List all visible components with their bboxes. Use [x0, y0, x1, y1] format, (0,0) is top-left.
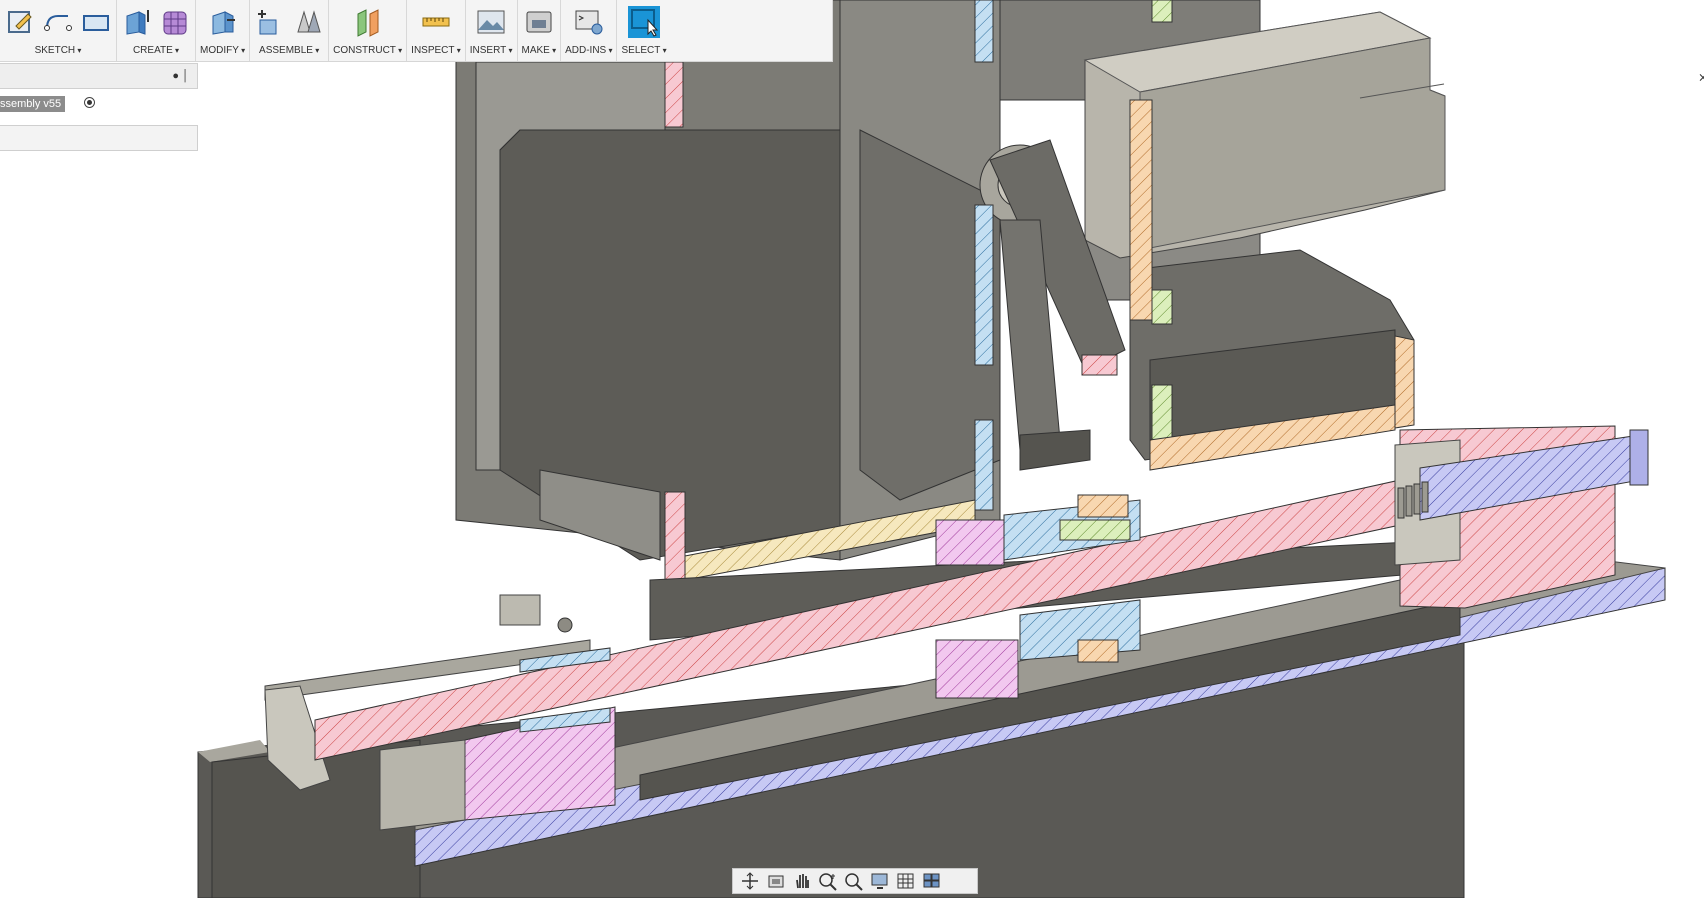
inspect-group: INSPECT [407, 0, 466, 61]
modify-group: MODIFY [196, 0, 251, 61]
select-menu[interactable]: SELECT [621, 44, 666, 58]
model-viewport[interactable] [0, 0, 1704, 898]
look-at-icon[interactable] [765, 871, 787, 891]
modify-menu[interactable]: MODIFY [200, 44, 245, 58]
create-sketch-icon[interactable] [4, 6, 36, 38]
scripts-addins-icon[interactable] [573, 6, 605, 38]
browser-header: ● │ [0, 63, 198, 89]
assemble-menu[interactable]: ASSEMBLE [259, 44, 319, 58]
construct-group: CONSTRUCT [329, 0, 408, 61]
zoom-window-icon[interactable] [843, 871, 865, 891]
extrude-icon[interactable] [121, 6, 153, 38]
grid-icon[interactable] [895, 871, 917, 891]
sketch-menu[interactable]: SKETCH [35, 44, 82, 58]
panel-close-icon[interactable]: ⨯ [1698, 70, 1704, 84]
select-group: SELECT [617, 0, 670, 61]
orbit-icon[interactable] [739, 871, 761, 891]
pan-icon[interactable] [791, 871, 813, 891]
inspect-menu[interactable]: INSPECT [411, 44, 461, 58]
collapse-icon[interactable]: ● │ [172, 70, 189, 82]
form-icon[interactable] [159, 6, 191, 38]
create-menu[interactable]: CREATE [133, 44, 179, 58]
make-group: MAKE [518, 0, 562, 61]
line-icon[interactable] [42, 6, 74, 38]
select-icon[interactable] [628, 6, 661, 38]
3d-print-icon[interactable] [523, 6, 555, 38]
new-component-icon[interactable] [254, 6, 286, 38]
assemble-group: ASSEMBLE [250, 0, 330, 61]
navigation-bar [732, 868, 978, 894]
activate-radio-icon[interactable] [84, 97, 95, 108]
upper-housing [455, 0, 1446, 561]
make-menu[interactable]: MAKE [522, 44, 557, 58]
insert-image-icon[interactable] [475, 6, 507, 38]
assembly-name[interactable]: ssembly v55 [0, 96, 66, 112]
zoom-icon[interactable] [817, 871, 839, 891]
rectangle-icon[interactable] [80, 6, 112, 38]
insert-group: INSERT [466, 0, 518, 61]
press-pull-icon[interactable] [207, 6, 239, 38]
create-group: CREATE [117, 0, 196, 61]
construct-menu[interactable]: CONSTRUCT [333, 44, 402, 58]
browser-field[interactable] [0, 125, 198, 151]
joint-icon[interactable] [292, 6, 324, 38]
addins-menu[interactable]: ADD-INS [565, 44, 612, 58]
addins-group: ADD-INS [561, 0, 618, 61]
insert-menu[interactable]: INSERT [470, 44, 513, 58]
sketch-group: SKETCH [0, 0, 117, 61]
offset-plane-icon[interactable] [352, 6, 384, 38]
viewports-icon[interactable] [921, 871, 943, 891]
toolbar: SKETCH CREATE MODIFY ASSEMBLE CONSTRUCT … [0, 0, 833, 62]
display-settings-icon[interactable] [869, 871, 891, 891]
measure-icon[interactable] [420, 6, 452, 38]
